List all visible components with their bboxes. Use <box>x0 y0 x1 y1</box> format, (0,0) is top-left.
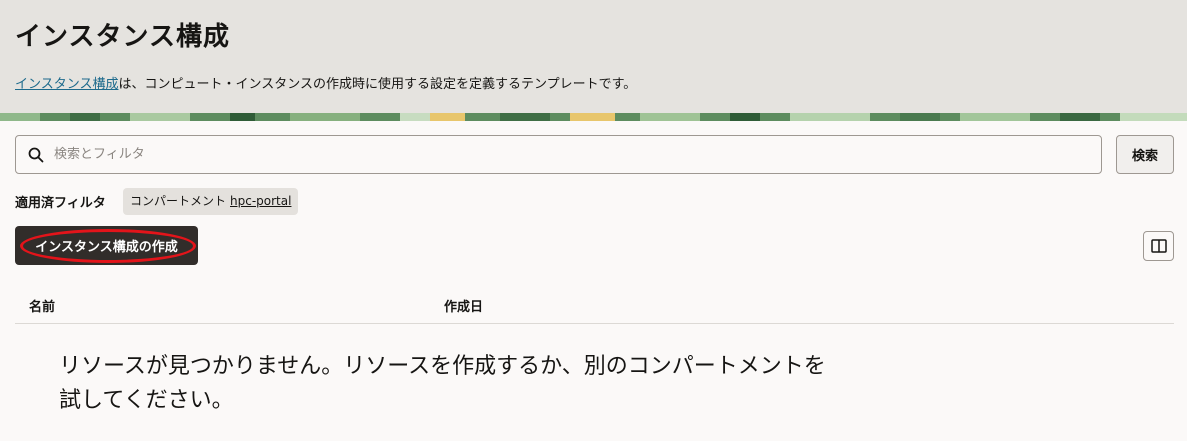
decorative-banner <box>0 113 1187 121</box>
description-text: は、コンピュート・インスタンスの作成時に使用する設定を定義するテンプレートです。 <box>118 77 637 92</box>
page-header: インスタンス構成 インスタンス構成は、コンピュート・インスタンスの作成時に使用す… <box>0 0 1187 113</box>
filter-chip-compartment[interactable]: コンパートメント hpc-portal <box>123 188 299 215</box>
page-title: インスタンス構成 <box>15 22 230 52</box>
applied-filters-label: 適用済フィルタ <box>15 196 106 211</box>
description-link[interactable]: インスタンス構成 <box>15 77 118 92</box>
table-header-divider <box>15 323 1174 324</box>
empty-state-message: リソースが見つかりません。リソースを作成するか、別のコンパートメントを試してくだ… <box>59 354 826 413</box>
search-input[interactable] <box>54 136 1094 173</box>
create-instance-configuration-button[interactable]: インスタンス構成の作成 <box>15 226 198 265</box>
columns-icon <box>1151 239 1167 253</box>
search-field[interactable] <box>15 135 1102 174</box>
search-button[interactable]: 検索 <box>1116 135 1174 174</box>
filter-chip-value[interactable]: hpc-portal <box>230 194 291 208</box>
manage-columns-button[interactable] <box>1143 231 1174 261</box>
column-header-name[interactable]: 名前 <box>29 296 55 315</box>
search-icon <box>28 147 44 163</box>
page-description: インスタンス構成は、コンピュート・インスタンスの作成時に使用する設定を定義するテ… <box>15 73 636 92</box>
column-header-created[interactable]: 作成日 <box>444 296 483 315</box>
filter-chip-key: コンパートメント <box>130 194 227 208</box>
